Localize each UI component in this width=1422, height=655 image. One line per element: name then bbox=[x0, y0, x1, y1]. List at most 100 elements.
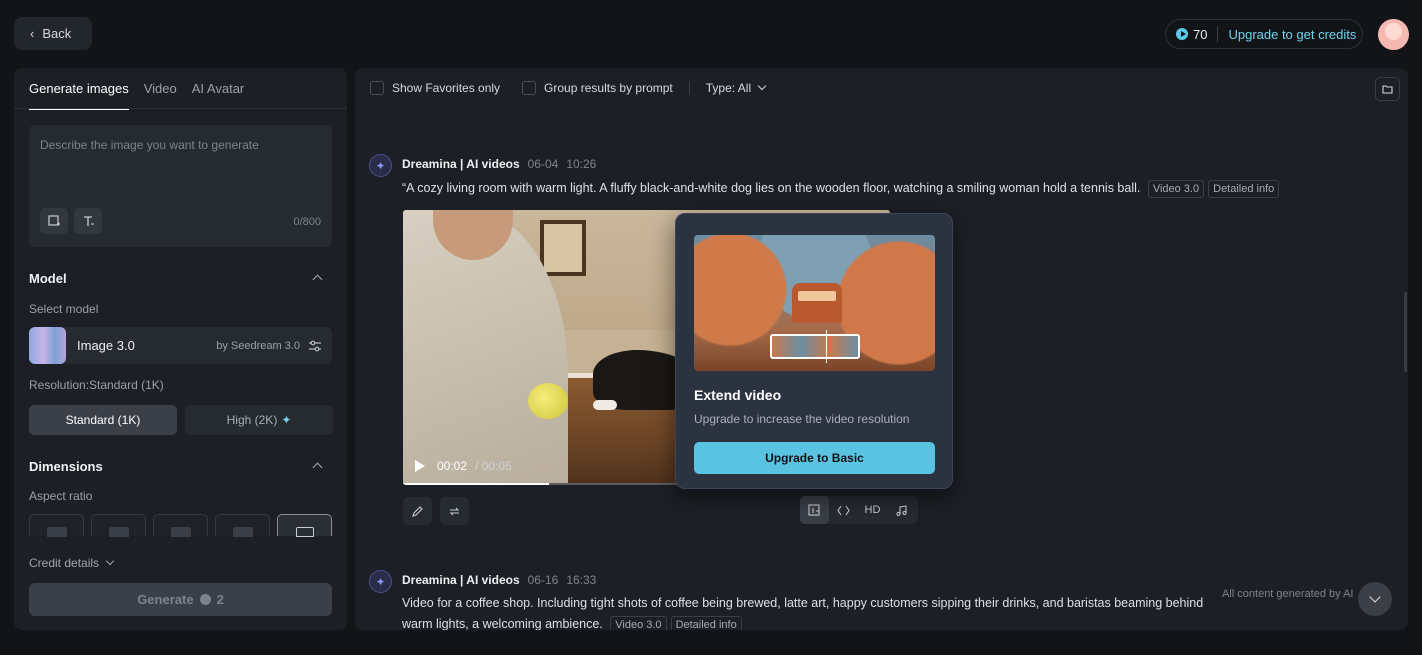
filter-bar: Show Favorites only Group results by pro… bbox=[370, 81, 787, 95]
resolution-label: Resolution:Standard (1K) bbox=[29, 378, 164, 392]
video-controls: 00:02 / 00:05 bbox=[415, 459, 512, 473]
interpolate-button[interactable] bbox=[829, 496, 858, 524]
group-label: Group results by prompt bbox=[544, 81, 673, 95]
model-thumbnail bbox=[29, 327, 66, 364]
back-label: Back bbox=[42, 26, 72, 41]
settings-sliders-icon[interactable] bbox=[308, 339, 322, 353]
mode-tabs: Generate images Video AI Avatar bbox=[29, 81, 244, 110]
folder-button[interactable] bbox=[1375, 77, 1400, 101]
resolution-standard-label: Standard (1K) bbox=[65, 413, 141, 427]
chevron-down-icon bbox=[757, 81, 767, 91]
timeline-playhead bbox=[826, 330, 827, 363]
tab-generate-images[interactable]: Generate images bbox=[29, 81, 129, 110]
video-progress-fill bbox=[403, 483, 550, 485]
aspect-ratio-option[interactable] bbox=[153, 514, 208, 537]
prompt-text: warm lights, a welcoming ambience. bbox=[402, 617, 603, 630]
credit-details-toggle[interactable]: Credit details bbox=[29, 556, 115, 570]
generate-button[interactable]: Generate 2 bbox=[29, 583, 332, 616]
chevron-down-icon bbox=[105, 556, 115, 566]
model-section-title: Model bbox=[29, 271, 67, 286]
credit-coin-icon bbox=[1176, 28, 1188, 40]
sparkle-icon: ✦ bbox=[281, 413, 292, 427]
upgrade-credits-link[interactable]: Upgrade to get credits bbox=[1228, 27, 1356, 42]
dimensions-section-title: Dimensions bbox=[29, 459, 103, 474]
model-tag: Video 3.0 bbox=[610, 616, 667, 630]
post-time: 16:33 bbox=[566, 573, 597, 587]
upgrade-button-label: Upgrade to Basic bbox=[765, 451, 864, 465]
chevron-left-icon: ‹ bbox=[30, 26, 35, 41]
results-panel: Show Favorites only Group results by pro… bbox=[355, 68, 1408, 630]
video-scene bbox=[792, 283, 842, 323]
text-style-icon[interactable] bbox=[74, 208, 102, 234]
post-date: 06-16 bbox=[527, 573, 559, 587]
tab-video[interactable]: Video bbox=[144, 81, 177, 110]
chevron-down-icon bbox=[1369, 591, 1381, 603]
credit-coin-icon bbox=[199, 594, 211, 605]
popover-title: Extend video bbox=[694, 387, 782, 403]
credits-pill[interactable]: 70 Upgrade to get credits bbox=[1165, 19, 1363, 49]
detailed-info-tag[interactable]: Detailed info bbox=[1208, 180, 1280, 198]
post-time: 10:26 bbox=[566, 157, 597, 171]
collapse-model-icon[interactable] bbox=[312, 274, 323, 285]
play-icon[interactable] bbox=[415, 460, 425, 472]
collapse-dimensions-icon[interactable] bbox=[312, 462, 323, 473]
favorites-checkbox[interactable] bbox=[370, 81, 384, 95]
video-scene bbox=[540, 220, 586, 276]
generate-label: Generate bbox=[137, 592, 194, 607]
model-selector[interactable]: Image 3.0 by Seedream 3.0 bbox=[29, 327, 332, 364]
video-current-time: 00:02 bbox=[437, 459, 468, 473]
divider bbox=[688, 81, 690, 95]
aspect-ratio-option[interactable] bbox=[215, 514, 270, 537]
add-music-button[interactable] bbox=[887, 496, 916, 524]
group-filter[interactable]: Group results by prompt bbox=[522, 81, 673, 95]
resolution-high-label: High (2K) bbox=[226, 413, 278, 427]
favorites-label: Show Favorites only bbox=[392, 81, 501, 95]
prompt-input[interactable]: Describe the image you want to generate … bbox=[29, 125, 332, 247]
favorites-filter[interactable]: Show Favorites only bbox=[370, 81, 500, 95]
scrollbar[interactable] bbox=[1404, 292, 1407, 372]
ai-disclaimer: All content generated by AI bbox=[1222, 588, 1354, 600]
dreamina-logo-icon: ✦ bbox=[369, 154, 392, 177]
hd-upscale-button[interactable]: HD bbox=[858, 496, 887, 524]
popover-subtitle: Upgrade to increase the video resolution bbox=[694, 412, 910, 426]
select-model-label: Select model bbox=[29, 302, 99, 316]
video-scene bbox=[528, 383, 568, 419]
prompt-text: Video for a coffee shop. Including tight… bbox=[402, 596, 1204, 610]
upgrade-to-basic-button[interactable]: Upgrade to Basic bbox=[694, 442, 935, 474]
extend-icon bbox=[808, 503, 820, 516]
extend-video-preview bbox=[694, 235, 935, 371]
video-duration: / 00:05 bbox=[475, 459, 512, 473]
resolution-high-button[interactable]: High (2K) ✦ bbox=[185, 405, 333, 435]
dreamina-logo-icon: ✦ bbox=[369, 570, 392, 593]
image-reference-icon[interactable] bbox=[40, 208, 68, 234]
credit-details-label: Credit details bbox=[29, 556, 100, 570]
timeline-strip bbox=[770, 334, 860, 359]
tab-ai-avatar[interactable]: AI Avatar bbox=[192, 81, 245, 110]
edit-button[interactable] bbox=[403, 497, 432, 525]
aspect-ratio-option[interactable] bbox=[29, 514, 84, 537]
user-avatar[interactable] bbox=[1378, 19, 1409, 50]
aspect-ratio-label: Aspect ratio bbox=[29, 489, 93, 503]
extend-video-popover: Extend video Upgrade to increase the vid… bbox=[675, 213, 953, 489]
generate-cost: 2 bbox=[216, 592, 224, 607]
prompt-placeholder: Describe the image you want to generate bbox=[40, 138, 259, 152]
post-author: Dreamina | AI videos bbox=[402, 157, 520, 171]
post-header: Dreamina | AI videos 06-16 16:33 bbox=[402, 573, 596, 587]
regenerate-button[interactable] bbox=[440, 497, 469, 525]
detailed-info-tag[interactable]: Detailed info bbox=[670, 616, 742, 630]
scroll-down-button[interactable] bbox=[1358, 582, 1392, 616]
type-dropdown[interactable]: Type: All bbox=[706, 81, 767, 95]
post-date: 06-04 bbox=[527, 157, 559, 171]
extend-video-button[interactable] bbox=[800, 496, 829, 524]
generation-panel: Generate images Video AI Avatar Describe… bbox=[14, 68, 347, 630]
folder-icon bbox=[1382, 85, 1393, 94]
group-checkbox[interactable] bbox=[522, 81, 537, 95]
aspect-ratio-option[interactable] bbox=[91, 514, 146, 537]
interpolate-icon bbox=[837, 505, 850, 515]
credits-count: 70 bbox=[1193, 26, 1208, 42]
resolution-standard-button[interactable]: Standard (1K) bbox=[29, 405, 177, 435]
model-provider: by Seedream 3.0 bbox=[216, 339, 300, 352]
post-prompt: Video for a coffee shop. Including tight… bbox=[402, 593, 1222, 630]
back-button[interactable]: ‹ Back bbox=[14, 17, 92, 50]
aspect-ratio-option-selected[interactable] bbox=[277, 514, 332, 537]
